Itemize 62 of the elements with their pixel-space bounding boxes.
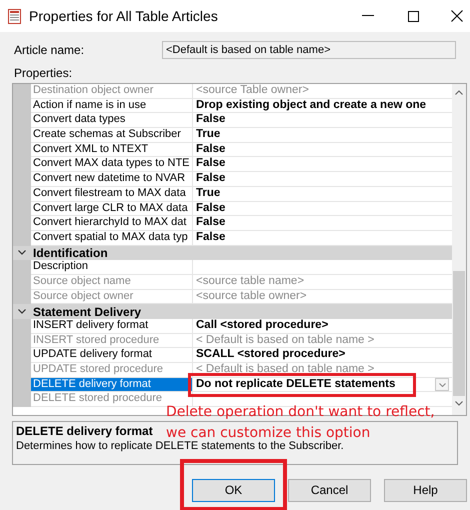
property-name[interactable]: Convert MAX data types to NTE xyxy=(31,157,193,172)
category-row[interactable]: Statement Delivery xyxy=(13,304,452,319)
property-name[interactable]: Create schemas at Subscriber xyxy=(31,128,193,143)
dropdown-caret-icon xyxy=(438,382,446,387)
app-icon xyxy=(8,8,21,24)
dropdown-button[interactable] xyxy=(435,378,450,392)
category-row[interactable]: Identification xyxy=(13,246,452,260)
collapse-chevron-icon[interactable] xyxy=(18,250,26,256)
property-name[interactable]: Convert XML to NTEXT xyxy=(31,142,193,158)
property-value[interactable]: False xyxy=(193,216,228,230)
window-title: Properties for All Table Articles xyxy=(29,6,218,26)
dialog-button[interactable]: Help xyxy=(384,478,467,502)
scroll-thumb[interactable] xyxy=(453,271,466,396)
property-value: <source table name> xyxy=(195,274,306,289)
property-value[interactable]: Do not replicate DELETE statements xyxy=(193,378,398,392)
row-header[interactable] xyxy=(13,84,31,99)
close-icon[interactable] xyxy=(451,10,463,22)
properties-label: Properties: xyxy=(14,66,72,80)
property-name[interactable]: Action if name is in use xyxy=(31,98,193,114)
description-title: DELETE delivery format xyxy=(16,424,153,439)
property-name[interactable]: Convert filestream to MAX data xyxy=(31,186,193,202)
maximize-icon[interactable] xyxy=(408,10,419,22)
row-header[interactable] xyxy=(13,319,31,334)
property-value[interactable]: False xyxy=(193,230,228,245)
row-header[interactable] xyxy=(13,260,31,275)
property-name[interactable]: Description xyxy=(31,260,193,275)
category-label: Statement Delivery xyxy=(33,304,142,319)
article-name-field[interactable]: <Default is based on table name> xyxy=(162,41,456,59)
property-value[interactable]: False xyxy=(193,172,228,186)
dialog-button[interactable]: OK xyxy=(192,478,275,502)
scroll-down-icon[interactable] xyxy=(455,401,464,406)
annotation-text: we can customize this option xyxy=(166,425,370,441)
property-value[interactable]: Drop existing object and create a new one xyxy=(193,98,430,112)
property-name[interactable]: Convert hierarchyId to MAX dat xyxy=(31,216,193,231)
property-value[interactable]: False xyxy=(193,113,228,128)
property-value: < Default is based on table name > xyxy=(195,334,376,348)
property-value[interactable]: SCALL <stored procedure> xyxy=(193,348,348,362)
property-value: <source table owner> xyxy=(195,290,308,304)
property-value: <source Table owner> xyxy=(195,84,310,98)
row-header[interactable] xyxy=(13,290,31,304)
scroll-up-icon[interactable] xyxy=(455,90,464,95)
minimize-icon[interactable] xyxy=(362,15,374,17)
property-value[interactable]: True xyxy=(193,186,224,201)
row-header[interactable] xyxy=(13,392,31,408)
property-name[interactable]: DELETE delivery format xyxy=(31,378,193,392)
collapse-chevron-icon[interactable] xyxy=(18,309,26,314)
article-name-label: Article name: xyxy=(14,42,84,59)
description-text: Determines how to replicate DELETE statements to the Subscriber. xyxy=(16,440,344,453)
category-label: Identification xyxy=(33,246,108,260)
property-name[interactable]: Convert data types xyxy=(31,113,193,128)
property-name[interactable]: INSERT delivery format xyxy=(31,319,193,334)
property-name[interactable]: Convert large CLR to MAX data xyxy=(31,202,193,216)
property-value[interactable]: True xyxy=(193,128,224,142)
property-name[interactable]: Convert new datetime to NVAR xyxy=(31,172,193,187)
property-value[interactable]: False xyxy=(193,157,228,172)
property-value[interactable]: Call <stored procedure> xyxy=(193,319,332,333)
property-value[interactable]: False xyxy=(193,202,228,216)
property-value[interactable]: False xyxy=(193,142,228,156)
dialog-button[interactable]: Cancel xyxy=(288,478,371,502)
property-value: < Default is based on table name > xyxy=(195,363,376,377)
scrollbar[interactable] xyxy=(452,84,466,415)
property-name[interactable]: UPDATE delivery format xyxy=(31,348,193,364)
